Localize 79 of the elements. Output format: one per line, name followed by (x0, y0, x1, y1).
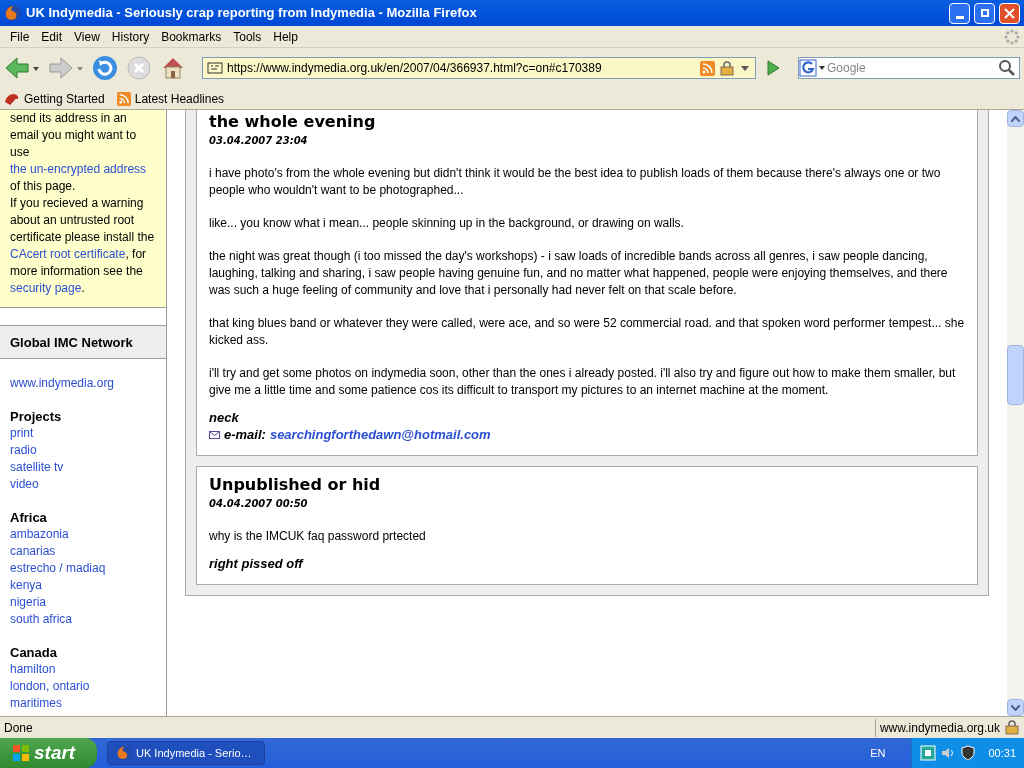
group-heading: Canada (10, 644, 57, 661)
link[interactable]: satellite tv (10, 459, 64, 476)
comment-text: i have photo's from the whole evening but didn't think it would be the best idea to publish loads of them because there's always one or two people who wouldn't want to be photographed... (209, 165, 942, 199)
go-icon[interactable] (764, 59, 782, 77)
comment-text: i'll try and get some photos on indymedia soon, other than the ones i already posted. i'll also try and figure out how to make them smaller, but give me a little time and some patience cos its difficult to transport my pictures to an internet machine at the moment. (209, 365, 957, 399)
link[interactable]: canarias (10, 543, 56, 560)
comment-author: right pissed off (209, 555, 305, 572)
link[interactable]: london, ontario (10, 678, 90, 695)
menu-item[interactable]: History (105, 27, 156, 46)
lock-icon (1004, 720, 1020, 735)
comment-text: why is the IMCUK faq password prtected (209, 528, 427, 545)
scroll-down-icon[interactable] (1011, 704, 1020, 711)
menu-item[interactable]: Bookmarks (155, 27, 228, 46)
group-heading: Projects (10, 408, 62, 425)
close-icon (1004, 7, 1015, 19)
bookmark[interactable]: Latest Headlines (116, 89, 225, 108)
link[interactable]: hamilton (10, 661, 56, 678)
link[interactable]: estrecho / madiaq (10, 560, 106, 577)
minimize-button[interactable] (949, 2, 970, 24)
link[interactable]: maritimes (10, 695, 62, 712)
restore-button[interactable] (974, 2, 995, 24)
link[interactable]: ambazonia (10, 526, 69, 543)
email-link[interactable]: searchingforthedawn@hotmail.com (269, 426, 491, 443)
menu-item[interactable]: Edit (35, 27, 69, 46)
menu-item[interactable]: Help (267, 27, 304, 46)
comment-text: like... you know what i mean... people skinning up in the background, or drawing on walls. (209, 215, 685, 232)
search-engine-icon[interactable] (799, 58, 827, 78)
site-icon (207, 61, 223, 75)
rss-icon[interactable] (700, 60, 715, 76)
menu-item[interactable]: View (68, 27, 106, 46)
scrollbar[interactable] (1007, 110, 1024, 716)
language-indicator[interactable]: EN (870, 744, 886, 762)
link[interactable]: radio (10, 442, 37, 459)
taskbar-button[interactable]: UK Indymedia - Serio… (107, 741, 265, 765)
comment-text: the night was great though (i too missed the day's workshops) - i saw loads of incredible bands across all genres, i saw people dancing, laughing, talking and sharing, i saw people having genuine fun, and no matter what happened, people were enjoying themselves, and there was such a huge feeling of community and love that i personally had never felt on that scale before. (209, 248, 949, 299)
link[interactable]: nigeria (10, 594, 47, 611)
search-field[interactable]: Google (827, 59, 995, 77)
comment-date: 04.04.2007 00:50 (209, 497, 309, 511)
status-text: Done (3, 719, 34, 737)
group-heading: Africa (10, 509, 47, 526)
link[interactable]: video (10, 476, 39, 493)
address-bar[interactable]: https://www.indymedia.org.uk/en/2007/04/366937.html?c=on#c170389 (202, 57, 756, 79)
status-domain: www.indymedia.org.uk (874, 718, 1004, 737)
bookmark-icon (4, 91, 20, 106)
reload-icon[interactable] (92, 55, 118, 81)
search-box[interactable]: Google (798, 57, 1020, 79)
link[interactable]: kenya (10, 577, 43, 594)
menu-item[interactable]: Tools (227, 27, 268, 46)
close-button[interactable] (999, 2, 1020, 24)
section-heading: Global IMC Network (10, 333, 133, 351)
comment-author: neck (209, 409, 240, 426)
window-title: UK Indymedia - Seriously crap reporting from Indymedia - Mozilla Firefox (26, 4, 478, 23)
clock: 00:31 (988, 745, 1016, 761)
comment-title: the whole evening (209, 112, 377, 132)
notice-text: If you recieved a warning about an untrusted root certificate please install the CAcert root certificate, for more information see the security page. (10, 195, 156, 297)
link[interactable]: www.indymedia.org (10, 375, 115, 392)
comment-date: 03.04.2007 23:04 (209, 134, 309, 148)
start-button[interactable]: start (0, 738, 97, 768)
email-label: e-mail: (224, 426, 266, 443)
lock-icon[interactable] (719, 60, 735, 76)
menu-item[interactable]: File (4, 27, 36, 46)
scroll-up-icon[interactable] (1011, 115, 1020, 122)
firefox-logo-icon (4, 4, 22, 22)
envelope-icon (209, 430, 220, 439)
network-icon[interactable] (920, 745, 937, 761)
firefox-logo-icon (116, 745, 132, 761)
scrollbar-thumb[interactable] (1007, 345, 1024, 405)
link[interactable]: south africa (10, 611, 73, 628)
bookmark[interactable]: Getting Started (4, 89, 105, 108)
shield-icon[interactable] (960, 745, 977, 761)
link[interactable]: print (10, 425, 34, 442)
comment-text: that king blues band or whatever they were called, were ace, and so were 52 commercial road. and that spoken word performer tempest... she kicked ass. (209, 315, 965, 349)
throbber-icon (1004, 28, 1020, 45)
link[interactable]: the un-encrypted address (10, 162, 147, 176)
windows-logo-icon (12, 744, 30, 762)
rss-icon (116, 91, 131, 106)
back-icon[interactable] (4, 55, 40, 81)
comment-title: Unpublished or hid (209, 475, 382, 495)
notice-text: send its address in an email you might want to use the un-encrypted address of this page. (10, 110, 148, 195)
